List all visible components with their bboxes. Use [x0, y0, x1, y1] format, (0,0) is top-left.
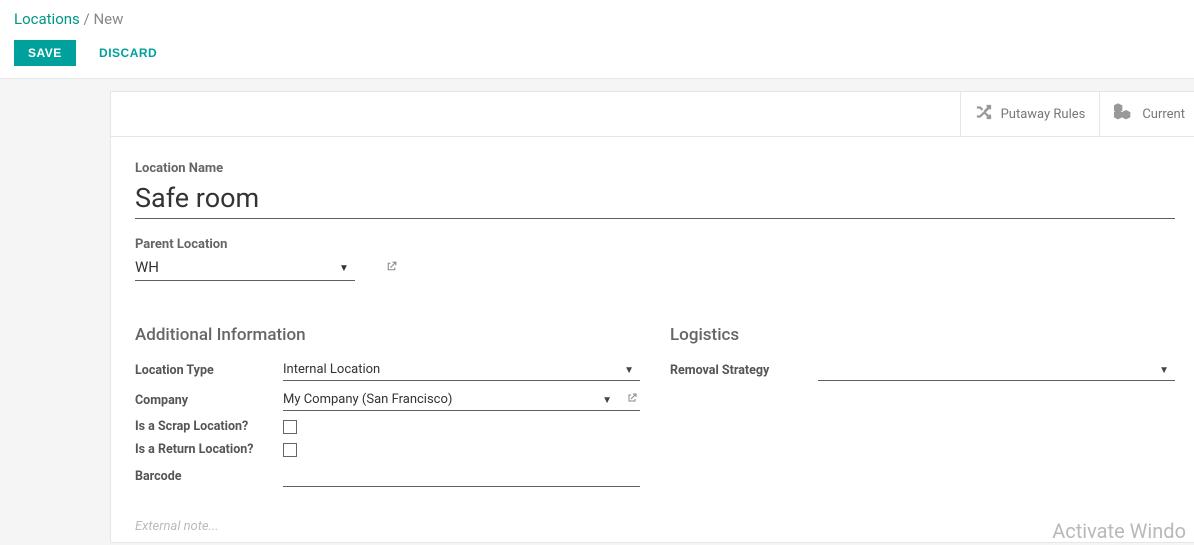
stat-button-bar: Putaway Rules Current [111, 92, 1194, 137]
card-body: Location Name Parent Location ▼ Addition… [111, 137, 1194, 542]
logistics-title: Logistics [670, 325, 1175, 345]
scrap-location-label: Is a Scrap Location? [135, 419, 283, 434]
additional-info-title: Additional Information [135, 325, 640, 345]
scrap-location-checkbox[interactable] [283, 420, 297, 434]
parent-location-input[interactable] [135, 256, 355, 281]
breadcrumb-root[interactable]: Locations [14, 10, 80, 28]
breadcrumb: Locations / New [14, 10, 1180, 28]
external-link-icon[interactable] [626, 392, 638, 408]
putaway-rules-button[interactable]: Putaway Rules [960, 92, 1100, 136]
company-select[interactable] [283, 389, 640, 411]
form-card: Putaway Rules Current Location Name Pare… [110, 91, 1194, 543]
logistics-section: Logistics Removal Strategy ▼ [670, 325, 1175, 495]
removal-strategy-select[interactable] [818, 359, 1175, 381]
breadcrumb-current: New [93, 10, 123, 28]
company-label: Company [135, 393, 283, 408]
location-type-select[interactable] [283, 359, 640, 381]
return-location-label: Is a Return Location? [135, 442, 283, 457]
top-bar: Locations / New SAVE DISCARD [0, 0, 1194, 79]
barcode-input[interactable] [283, 465, 640, 487]
removal-strategy-label: Removal Strategy [670, 363, 818, 378]
current-stock-label: Current [1142, 107, 1185, 122]
location-name-label: Location Name [135, 161, 1175, 176]
breadcrumb-separator: / [84, 10, 90, 28]
save-button[interactable]: SAVE [14, 40, 76, 66]
external-link-icon[interactable] [385, 260, 398, 277]
current-stock-button[interactable]: Current [1099, 92, 1194, 136]
boxes-icon [1114, 103, 1134, 125]
external-note-input[interactable]: External note... [135, 519, 1175, 534]
return-location-checkbox[interactable] [283, 443, 297, 457]
action-bar: SAVE DISCARD [14, 40, 1180, 66]
parent-location-label: Parent Location [135, 237, 1175, 252]
shuffle-icon [975, 103, 993, 125]
additional-info-section: Additional Information Location Type ▼ C… [135, 325, 640, 495]
location-type-label: Location Type [135, 363, 283, 378]
discard-button[interactable]: DISCARD [93, 45, 163, 61]
parent-location-block: Parent Location ▼ [135, 237, 1175, 281]
location-name-input[interactable] [135, 180, 1175, 219]
barcode-label: Barcode [135, 469, 283, 484]
putaway-rules-label: Putaway Rules [1001, 107, 1086, 122]
